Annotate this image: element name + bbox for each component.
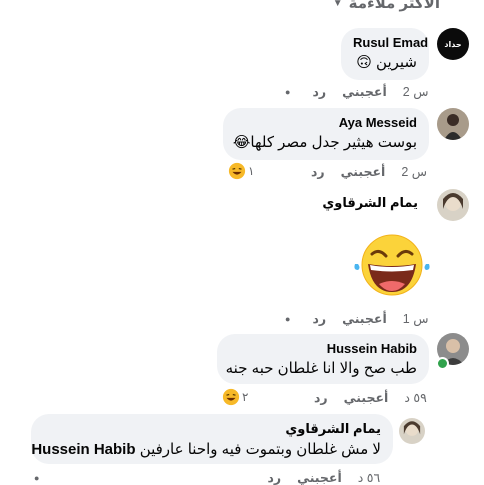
comment-bubble: يمام الشرقاوي لا مش غلطان وبتموت فيه واح… [31, 414, 393, 464]
reaction-number: ١ [248, 164, 255, 178]
comment-time[interactable]: 2 س [401, 164, 427, 179]
reply-button[interactable]: رد [314, 390, 328, 405]
comment-time[interactable]: 1 س [403, 311, 429, 326]
comment-time[interactable]: ٥٩ د [404, 390, 426, 405]
reply-button[interactable]: رد [312, 311, 326, 326]
comment-author[interactable]: يمام الشرقاوي [322, 195, 418, 211]
comment-author[interactable]: Hussein Habib [229, 341, 417, 356]
reaction-count[interactable]: ١ [228, 162, 254, 180]
avatar[interactable] [437, 108, 469, 140]
mention-link[interactable]: Hussein Habib [31, 441, 135, 458]
reaction-count[interactable]: ٢ [222, 388, 248, 406]
comment-time[interactable]: ٥٦ د [358, 470, 380, 485]
like-button[interactable]: أعجبني [344, 390, 389, 405]
comment-actions: ● رد أعجبني 1 س [285, 311, 428, 326]
comment-text: طب صح والا انا غلطان حبه جنه [225, 360, 417, 377]
comment-author[interactable]: Rusul Emad [353, 35, 428, 50]
comment-author[interactable]: يمام الشرقاوي [43, 421, 381, 437]
comment-author[interactable]: Aya Messeid [235, 115, 417, 130]
reply-button[interactable]: رد [312, 84, 326, 99]
avatar[interactable] [399, 418, 425, 444]
more-options-icon[interactable]: ● [34, 473, 39, 483]
haha-reaction-icon [228, 162, 246, 180]
avatar[interactable] [437, 189, 469, 221]
comment-bubble: Hussein Habib طب صح والا انا غلطان حبه ج… [217, 334, 429, 384]
online-status-indicator [436, 357, 449, 370]
reply-button[interactable]: رد [311, 164, 325, 179]
like-button[interactable]: أعجبني [297, 470, 342, 485]
like-button[interactable]: أعجبني [342, 84, 387, 99]
more-options-icon[interactable]: ● [285, 87, 290, 97]
avatar[interactable]: حداد [437, 28, 469, 60]
haha-reaction-icon [222, 388, 240, 406]
chevron-down-icon: ▼ [332, 0, 343, 9]
more-options-icon[interactable]: ● [285, 314, 290, 324]
reply-button[interactable]: رد [267, 470, 281, 485]
comment-bubble: Aya Messeid بوست هيثير جدل مصر كلها😂 [223, 108, 429, 160]
reaction-number: ٢ [242, 390, 249, 404]
laughing-tears-sticker [352, 234, 432, 298]
like-button[interactable]: أعجبني [342, 311, 387, 326]
comment-actions: ● رد أعجبني 2 س [285, 84, 428, 99]
comment-actions: رد أعجبني ٥٩ د [314, 390, 427, 405]
comment-body: لا مش غلطان وبتموت فيه واحنا عارفين [139, 441, 381, 458]
comment-text: بوست هيثير جدل مصر كلها😂 [232, 134, 417, 151]
sort-label: الأكثر ملاءمة [348, 0, 440, 12]
comment-bubble: Rusul Emad شيرين 🙃 [341, 28, 429, 80]
like-button[interactable]: أعجبني [341, 164, 386, 179]
comment-time[interactable]: 2 س [403, 84, 429, 99]
comment-actions: ● رد أعجبني ٥٦ د [34, 470, 380, 485]
comment-actions: رد أعجبني 2 س [311, 164, 427, 179]
comment-text: لا مش غلطان وبتموت فيه واحنا عارفين Huss… [31, 440, 381, 458]
sort-dropdown[interactable]: الأكثر ملاءمة ▼ [333, 0, 440, 12]
comment-text: شيرين 🙃 [356, 54, 417, 71]
avatar-logo-text: حداد [444, 39, 462, 49]
